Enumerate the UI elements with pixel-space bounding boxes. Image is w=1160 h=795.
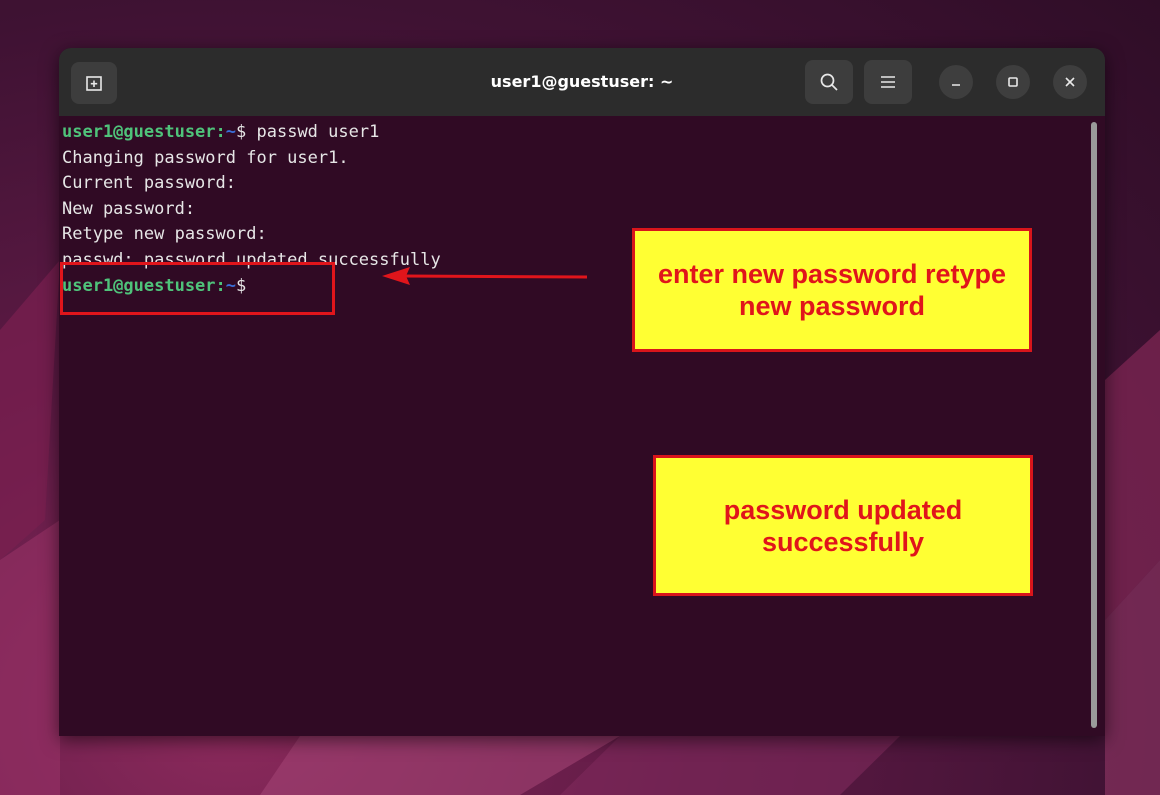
- close-icon: [1065, 77, 1075, 87]
- minimize-button[interactable]: [939, 65, 973, 99]
- search-icon: [820, 73, 838, 91]
- maximize-button[interactable]: [996, 65, 1030, 99]
- terminal-line: user1@guestuser:~$ passwd user1: [62, 120, 441, 146]
- callout-updated: password updated successfully: [653, 455, 1033, 596]
- terminal-output[interactable]: user1@guestuser:~$ passwd user1 Changing…: [59, 116, 1105, 736]
- prompt-separator: :: [215, 122, 226, 142]
- callout-new-password: enter new password retype new password: [632, 228, 1032, 352]
- menu-button[interactable]: [864, 60, 912, 104]
- terminal-line: Changing password for user1.: [62, 147, 349, 168]
- maximize-icon: [1008, 77, 1018, 87]
- prompt-path: ~: [225, 122, 237, 142]
- prompt-user: user1@guestuser: [62, 122, 216, 142]
- terminal-line: Retype new password:: [62, 224, 267, 245]
- command-text: $ passwd user1: [236, 122, 380, 142]
- close-button[interactable]: [1053, 65, 1087, 99]
- terminal-window: user1@guestuser: ~ user1@guestuser:~$ pa…: [59, 48, 1105, 736]
- highlight-box: [60, 262, 335, 315]
- search-button[interactable]: [805, 60, 853, 104]
- red-arrow: [382, 267, 588, 285]
- new-tab-icon: [86, 76, 102, 91]
- title-bar: user1@guestuser: ~: [59, 48, 1105, 117]
- minimize-icon: [952, 84, 960, 86]
- terminal-line: Current password:: [62, 173, 236, 194]
- scrollbar[interactable]: [1091, 122, 1097, 728]
- terminal-line: New password:: [62, 198, 196, 219]
- new-tab-button[interactable]: [71, 62, 117, 104]
- hamburger-menu-icon: [881, 76, 895, 88]
